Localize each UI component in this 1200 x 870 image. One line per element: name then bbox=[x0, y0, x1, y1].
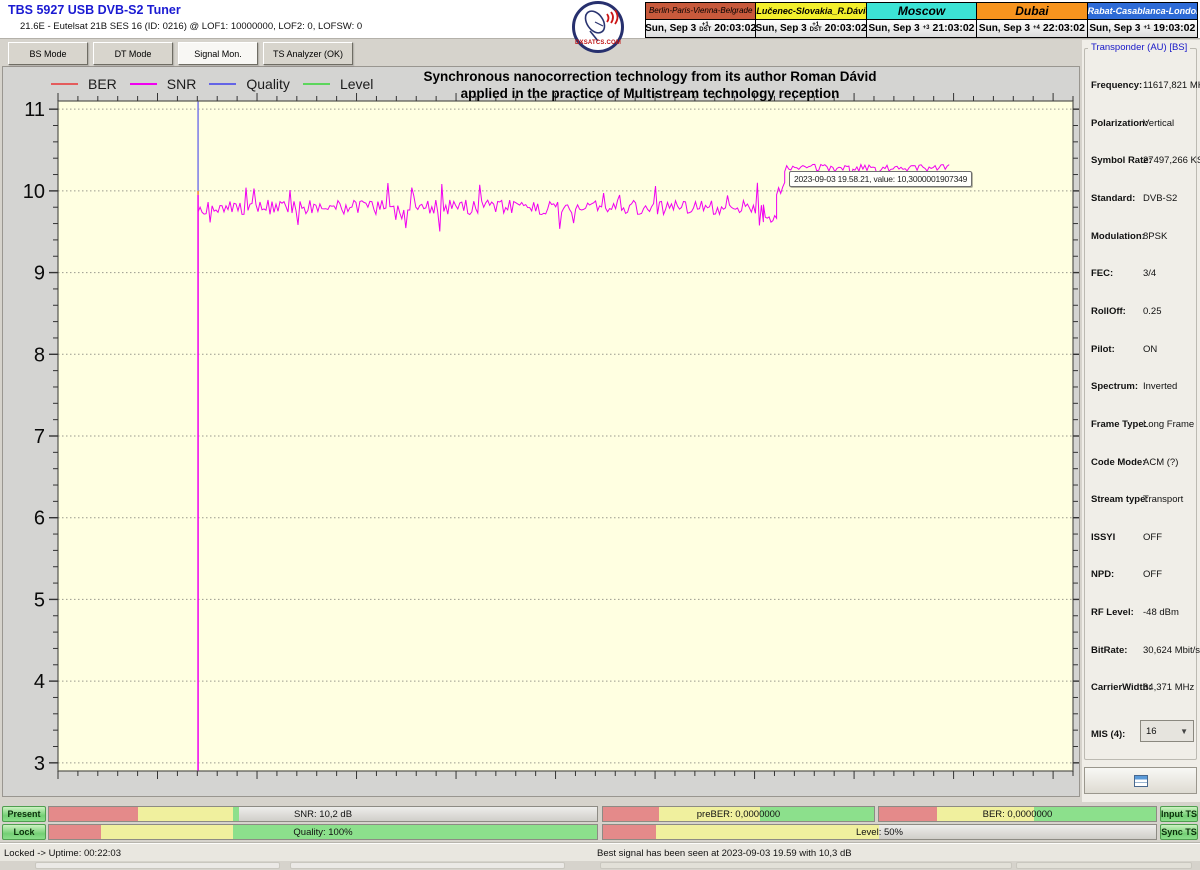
transponder-group: Transponder (AU) [BS] Frequency:11617,82… bbox=[1084, 48, 1197, 760]
transponder-group-title: Transponder (AU) [BS] bbox=[1088, 42, 1190, 53]
transponder-field: Stream type:Transport bbox=[1085, 494, 1196, 506]
chart-title-line1: Synchronous nanocorrection technology fr… bbox=[355, 69, 945, 86]
transponder-field: Symbol Rate:27497,266 KS/s bbox=[1085, 155, 1196, 167]
ber-progressbar: BER: 0,0000000 bbox=[878, 806, 1157, 822]
satellite-subtitle: 21.6E - Eutelsat 21B SES 16 (ID: 0216) @… bbox=[20, 21, 362, 32]
transponder-field: CarrierWidth:34,371 MHz bbox=[1085, 682, 1196, 694]
transponder-field: Frame Type:Long Frame bbox=[1085, 419, 1196, 431]
clock-lucenec: Lučenec-Slovakia_R.Dávid Sun, Sep 3+1DST… bbox=[755, 2, 866, 38]
bottom-strip bbox=[0, 861, 1200, 870]
svg-text:5: 5 bbox=[34, 589, 45, 611]
legend-item-quality: Quality bbox=[209, 76, 290, 92]
signal-status-bars: Present SNR: 10,2 dB preBER: 0,0000000 B… bbox=[0, 804, 1200, 843]
quality-progressbar: Quality: 100% bbox=[48, 824, 598, 840]
transponder-field: RF Level:-48 dBm bbox=[1085, 607, 1196, 619]
svg-text:8: 8 bbox=[34, 344, 45, 366]
chart-title: Synchronous nanocorrection technology fr… bbox=[355, 69, 945, 102]
svg-text:6: 6 bbox=[34, 508, 45, 530]
signal-monitor-panel: BER SNR Quality Level Synchronous nanoco… bbox=[2, 66, 1080, 797]
dxsatcs-logo: DXSATCS.COM bbox=[572, 1, 624, 53]
transponder-field: Code Mode:ACM (?) bbox=[1085, 457, 1196, 469]
mis-label: MIS (4): bbox=[1091, 729, 1125, 740]
tuner-app-window: TBS 5927 USB DVB-S2 Tuner 21.6E - Eutels… bbox=[0, 0, 1200, 870]
legend-item-ber: BER bbox=[51, 76, 117, 92]
transponder-field: Spectrum:Inverted bbox=[1085, 381, 1196, 393]
svg-text:3: 3 bbox=[34, 753, 45, 775]
level-line-swatch bbox=[303, 83, 330, 85]
present-button[interactable]: Present bbox=[2, 806, 46, 822]
transponder-field: Modulation:8PSK bbox=[1085, 231, 1196, 243]
transponder-field: RollOff:0.25 bbox=[1085, 306, 1196, 318]
world-clocks: Berlin-Paris-Vienna-Belgrade Sun, Sep 3+… bbox=[645, 2, 1198, 38]
legend-item-snr: SNR bbox=[130, 76, 197, 92]
transponder-sidebar: Transponder (AU) [BS] Frequency:11617,82… bbox=[1082, 40, 1200, 802]
transponder-field: NPD:OFF bbox=[1085, 569, 1196, 581]
chart-title-line2: applied in the practice of Multistream t… bbox=[355, 86, 945, 103]
sync-ts-button[interactable]: Sync TS bbox=[1160, 824, 1198, 840]
snr-progressbar: SNR: 10,2 dB bbox=[48, 806, 598, 822]
transponder-field: Pilot:ON bbox=[1085, 344, 1196, 356]
status-uptime: Locked -> Uptime: 00:22:03 bbox=[4, 848, 121, 859]
transponder-field: Standard:DVB-S2 bbox=[1085, 193, 1196, 205]
snr-line-swatch bbox=[130, 83, 157, 85]
mode-tabs: BS Mode DT Mode Signal Mon. TS Analyzer … bbox=[8, 42, 353, 65]
transponder-field: Polarization:Vertical bbox=[1085, 118, 1196, 130]
quality-line-swatch bbox=[209, 83, 236, 85]
status-best-signal: Best signal has been seen at 2023-09-03 … bbox=[597, 848, 852, 859]
logo-text: DXSATCS.COM bbox=[575, 40, 621, 46]
chart-tooltip: 2023-09-03 19.58.21, value: 10,300000190… bbox=[789, 171, 972, 187]
transponder-field: ISSYIOFF bbox=[1085, 532, 1196, 544]
chart-legend: BER SNR Quality Level bbox=[51, 76, 386, 92]
transponder-field: Frequency:11617,821 MHz bbox=[1085, 80, 1196, 92]
stream-list-button[interactable] bbox=[1084, 767, 1197, 794]
lock-button[interactable]: Lock bbox=[2, 824, 46, 840]
tab-dt-mode[interactable]: DT Mode bbox=[93, 42, 173, 65]
status-bar: Locked -> Uptime: 00:22:03 Best signal h… bbox=[0, 843, 1200, 862]
clock-dubai: Dubai Sun, Sep 3+422:03:02 bbox=[976, 2, 1087, 38]
clock-berlin: Berlin-Paris-Vienna-Belgrade Sun, Sep 3+… bbox=[645, 2, 756, 38]
tab-bs-mode[interactable]: BS Mode bbox=[8, 42, 88, 65]
tab-ts-analyzer[interactable]: TS Analyzer (OK) bbox=[263, 42, 353, 65]
transponder-field: FEC:3/4 bbox=[1085, 268, 1196, 280]
level-progressbar: Level: 50% bbox=[602, 824, 1157, 840]
tab-signal-mon[interactable]: Signal Mon. bbox=[178, 42, 258, 65]
clock-rabat: Rabat-Casablanca-London Sun, Sep 3+119:0… bbox=[1087, 2, 1198, 38]
stream-list-icon bbox=[1134, 775, 1148, 787]
ber-line-swatch bbox=[51, 83, 78, 85]
svg-text:11: 11 bbox=[24, 99, 45, 121]
svg-text:10: 10 bbox=[23, 181, 45, 203]
svg-text:7: 7 bbox=[34, 426, 45, 448]
preber-progressbar: preBER: 0,0000000 bbox=[602, 806, 875, 822]
mis-dropdown[interactable]: 16 ▼ bbox=[1140, 720, 1194, 742]
clock-moscow: Moscow Sun, Sep 3+321:03:02 bbox=[866, 2, 977, 38]
app-title: TBS 5927 USB DVB-S2 Tuner bbox=[8, 3, 181, 17]
svg-text:9: 9 bbox=[34, 263, 45, 285]
transponder-field: BitRate:30,624 Mbit/s bbox=[1085, 645, 1196, 657]
chevron-down-icon: ▼ bbox=[1180, 727, 1188, 736]
svg-text:4: 4 bbox=[34, 671, 45, 693]
input-ts-button[interactable]: Input TS bbox=[1160, 806, 1198, 822]
